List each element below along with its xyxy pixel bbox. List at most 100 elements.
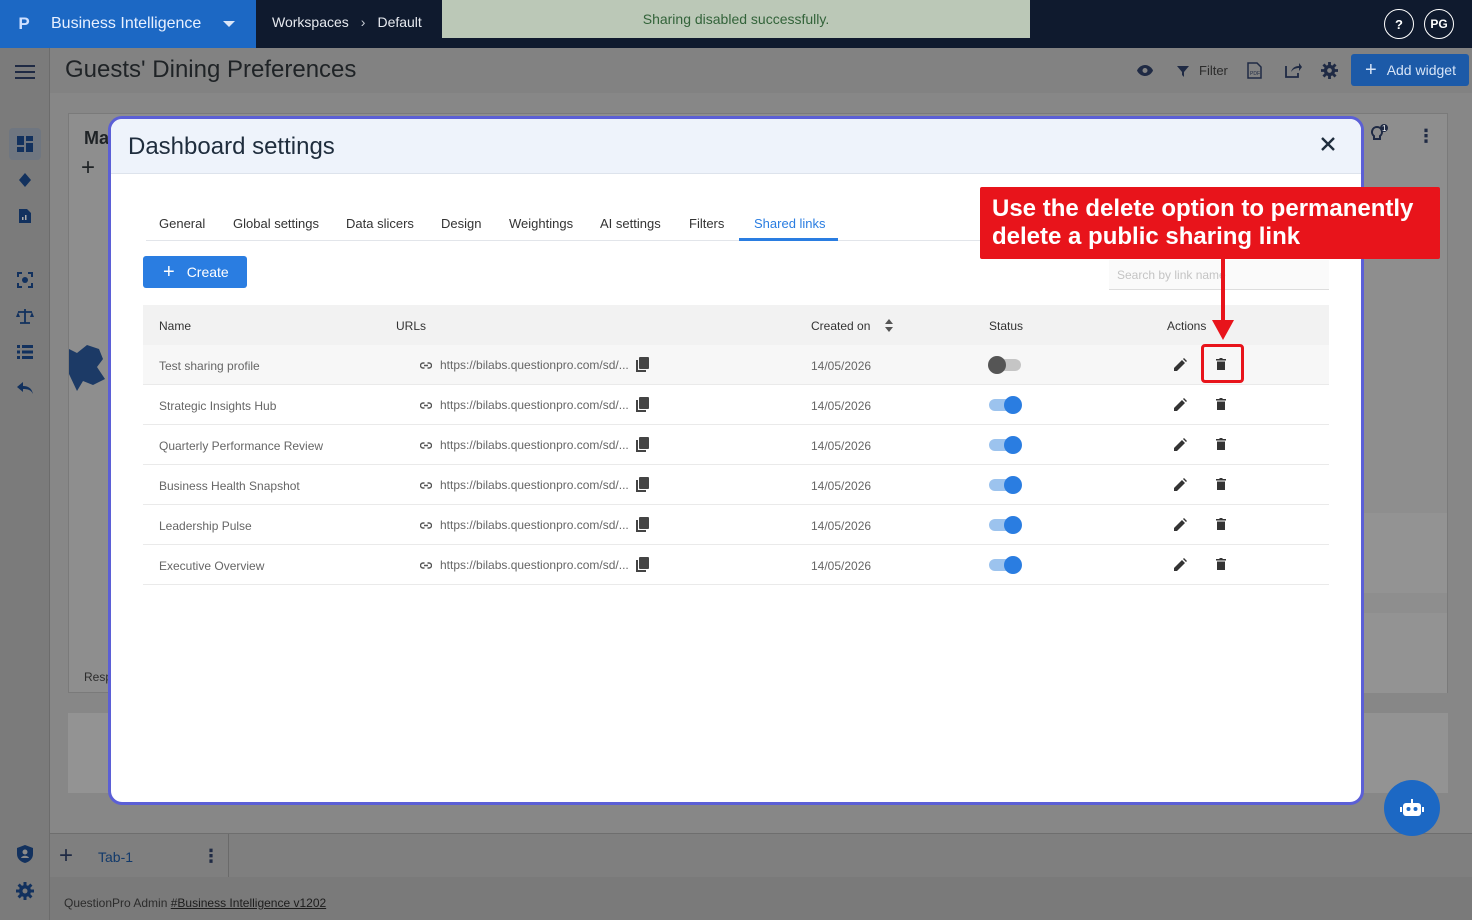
add-widget-button[interactable]: + Add widget bbox=[1351, 54, 1469, 86]
copy-icon[interactable] bbox=[635, 477, 649, 493]
table-body: Test sharing profile https://bilabs.ques… bbox=[143, 345, 1329, 585]
created-date: 14/05/2026 bbox=[811, 479, 872, 493]
notification-count: 1 bbox=[1382, 124, 1387, 133]
app-switcher[interactable]: P Business Intelligence bbox=[0, 0, 256, 48]
status-toggle[interactable] bbox=[989, 476, 1022, 494]
copy-icon[interactable] bbox=[635, 437, 649, 453]
copy-icon[interactable] bbox=[635, 517, 649, 533]
tab-general[interactable]: General bbox=[159, 216, 205, 231]
close-icon[interactable] bbox=[1321, 137, 1335, 151]
column-actions: Actions bbox=[1167, 319, 1207, 333]
delete-icon[interactable] bbox=[1216, 478, 1226, 490]
settings-gear-icon[interactable] bbox=[1321, 62, 1338, 79]
toast-message: Sharing disabled successfully. bbox=[442, 0, 1030, 38]
brand-logo: P bbox=[18, 14, 30, 33]
add-tab-icon[interactable]: + bbox=[59, 842, 73, 870]
plus-icon: + bbox=[163, 261, 175, 283]
link-url[interactable]: https://bilabs.questionpro.com/sd/... bbox=[420, 558, 629, 572]
link-icon bbox=[420, 361, 432, 369]
menu-icon[interactable] bbox=[9, 56, 41, 88]
status-toggle[interactable] bbox=[989, 556, 1022, 574]
table-row: Executive Overview https://bilabs.questi… bbox=[143, 545, 1329, 585]
delete-icon[interactable] bbox=[1216, 518, 1226, 530]
tab-bar: + Tab-1 ⋮ bbox=[50, 833, 1472, 878]
create-link-button[interactable]: + Create bbox=[143, 256, 247, 288]
widget-add-icon[interactable]: + bbox=[81, 154, 95, 182]
status-toggle[interactable] bbox=[989, 436, 1022, 454]
diamond-icon[interactable] bbox=[9, 164, 41, 196]
column-created-on[interactable]: Created on bbox=[811, 319, 870, 333]
copy-icon[interactable] bbox=[635, 557, 649, 573]
sort-icon[interactable] bbox=[885, 319, 893, 332]
status-toggle[interactable] bbox=[989, 516, 1022, 534]
tab-1[interactable]: Tab-1 bbox=[98, 849, 133, 865]
edit-icon[interactable] bbox=[1174, 438, 1187, 451]
table-row: Strategic Insights Hub https://bilabs.qu… bbox=[143, 385, 1329, 425]
delete-icon[interactable] bbox=[1216, 558, 1226, 570]
shield-user-icon[interactable] bbox=[9, 838, 41, 870]
link-name: Business Health Snapshot bbox=[159, 479, 300, 493]
toggle-knob bbox=[1004, 396, 1022, 414]
version-link[interactable]: #Business Intelligence v1202 bbox=[171, 896, 326, 910]
created-date: 14/05/2026 bbox=[811, 399, 872, 413]
share-icon[interactable] bbox=[1285, 62, 1302, 78]
breadcrumb: Workspaces › Default bbox=[272, 14, 422, 30]
link-icon bbox=[420, 521, 432, 529]
link-url[interactable]: https://bilabs.questionpro.com/sd/... bbox=[420, 398, 629, 412]
eye-icon[interactable] bbox=[1137, 65, 1153, 76]
ghost-block bbox=[1350, 613, 1447, 693]
dashboard-icon[interactable] bbox=[9, 128, 41, 160]
toggle-knob bbox=[1004, 476, 1022, 494]
report-icon[interactable] bbox=[9, 200, 41, 232]
delete-icon[interactable] bbox=[1216, 398, 1226, 410]
link-url[interactable]: https://bilabs.questionpro.com/sd/... bbox=[420, 358, 629, 372]
tab-ai-settings[interactable]: AI settings bbox=[600, 216, 661, 231]
column-status: Status bbox=[989, 319, 1024, 333]
edit-icon[interactable] bbox=[1174, 558, 1187, 571]
help-button[interactable]: ? bbox=[1384, 9, 1414, 39]
tab-global-settings[interactable]: Global settings bbox=[233, 216, 319, 231]
chatbot-button[interactable] bbox=[1384, 780, 1440, 836]
list-icon[interactable] bbox=[9, 336, 41, 368]
filter-icon[interactable] bbox=[1177, 66, 1189, 77]
link-url[interactable]: https://bilabs.questionpro.com/sd/... bbox=[420, 478, 629, 492]
more-vert-icon[interactable]: ⋮ bbox=[1417, 126, 1435, 147]
copy-icon[interactable] bbox=[635, 397, 649, 413]
table-row: Test sharing profile https://bilabs.ques… bbox=[143, 345, 1329, 385]
tab-weightings[interactable]: Weightings bbox=[509, 216, 573, 231]
pdf-icon[interactable]: PDF bbox=[1247, 62, 1262, 79]
tab-more-icon[interactable]: ⋮ bbox=[202, 846, 220, 867]
edit-icon[interactable] bbox=[1174, 478, 1187, 491]
back-arrow-icon[interactable] bbox=[9, 372, 41, 404]
tab-shared-links[interactable]: Shared links bbox=[754, 216, 826, 231]
edit-icon[interactable] bbox=[1174, 358, 1187, 371]
tab-design[interactable]: Design bbox=[441, 216, 481, 231]
link-icon bbox=[420, 481, 432, 489]
table-row: Business Health Snapshot https://bilabs.… bbox=[143, 465, 1329, 505]
link-name: Test sharing profile bbox=[159, 359, 260, 373]
copy-icon[interactable] bbox=[635, 357, 649, 373]
link-url[interactable]: https://bilabs.questionpro.com/sd/... bbox=[420, 518, 629, 532]
chevron-right-icon: › bbox=[360, 14, 366, 30]
status-toggle[interactable] bbox=[989, 396, 1022, 414]
scan-icon[interactable] bbox=[9, 264, 41, 296]
breadcrumb-workspaces[interactable]: Workspaces bbox=[272, 14, 349, 30]
balance-scale-icon[interactable] bbox=[9, 300, 41, 332]
link-name: Quarterly Performance Review bbox=[159, 439, 324, 453]
link-url[interactable]: https://bilabs.questionpro.com/sd/... bbox=[420, 438, 629, 452]
filter-button[interactable]: Filter bbox=[1199, 63, 1228, 78]
delete-icon[interactable] bbox=[1216, 438, 1226, 450]
toggle-knob bbox=[1004, 436, 1022, 454]
tab-filters[interactable]: Filters bbox=[689, 216, 724, 231]
breadcrumb-default[interactable]: Default bbox=[377, 14, 421, 30]
tab-data-slicers[interactable]: Data slicers bbox=[346, 216, 414, 231]
link-name: Executive Overview bbox=[159, 559, 265, 573]
status-toggle[interactable] bbox=[988, 356, 1021, 374]
user-avatar[interactable]: PG bbox=[1424, 9, 1454, 39]
edit-icon[interactable] bbox=[1174, 518, 1187, 531]
modal-header: Dashboard settings bbox=[111, 119, 1361, 174]
edit-icon[interactable] bbox=[1174, 398, 1187, 411]
widget-title: Ma bbox=[84, 128, 110, 148]
gear-icon[interactable] bbox=[9, 875, 41, 907]
active-tab-indicator bbox=[739, 238, 838, 241]
